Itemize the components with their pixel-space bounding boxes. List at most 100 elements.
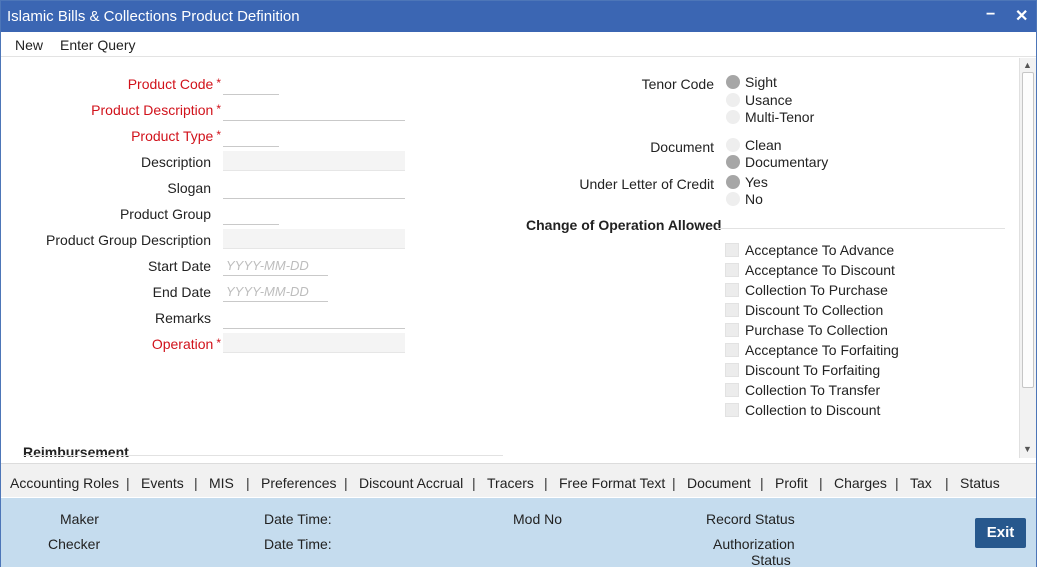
menu-enter-query[interactable]: Enter Query [60, 37, 135, 53]
tab-separator: | [544, 475, 548, 491]
product-group-description-label: Product Group Description [46, 232, 211, 248]
tenor-usance-radio[interactable] [726, 93, 740, 107]
form-content: Product Code * Product Description * Produ… [1, 58, 1019, 460]
maker-label: Maker [60, 511, 99, 527]
reimbursement-title: Reimbursement [23, 444, 129, 460]
tenor-sight-label: Sight [745, 74, 777, 90]
tab-profit[interactable]: Profit [775, 475, 808, 491]
tab-separator: | [760, 475, 764, 491]
tab-separator: | [472, 475, 476, 491]
maker-date-time-label: Date Time: [264, 511, 332, 527]
change-op-label: Acceptance To Forfaiting [745, 342, 899, 358]
exit-button[interactable]: Exit [975, 518, 1026, 548]
tab-events[interactable]: Events [141, 475, 184, 491]
change-op-label: Purchase To Collection [745, 322, 888, 338]
start-date-input[interactable] [223, 256, 328, 276]
product-code-input[interactable] [223, 75, 279, 95]
menu-new[interactable]: New [15, 37, 43, 53]
tab-status[interactable]: Status [960, 475, 1000, 491]
tab-charges[interactable]: Charges [834, 475, 887, 491]
end-date-input[interactable] [223, 282, 328, 302]
remarks-input[interactable] [223, 309, 405, 329]
slogan-input[interactable] [223, 179, 405, 199]
scroll-down-icon[interactable]: ▼ [1023, 444, 1032, 454]
product-description-label: Product Description * [91, 102, 221, 118]
change-op-label: Discount To Collection [745, 302, 884, 318]
tab-accounting-roles[interactable]: Accounting Roles [10, 475, 119, 491]
tab-separator: | [344, 475, 348, 491]
scroll-up-icon[interactable]: ▲ [1023, 60, 1032, 70]
tenor-multi-tenor-radio[interactable] [726, 110, 740, 124]
minimize-icon[interactable]: − [986, 6, 995, 24]
tab-tax[interactable]: Tax [910, 475, 932, 491]
under-letter-of-credit-label: Under Letter of Credit [579, 176, 714, 192]
tab-separator: | [126, 475, 130, 491]
close-icon[interactable]: ✕ [1015, 6, 1028, 26]
remarks-label: Remarks [154, 310, 211, 326]
tenor-code-label: Tenor Code [641, 76, 714, 92]
change-op-checkbox[interactable] [725, 243, 739, 257]
change-op-label: Collection to Discount [745, 402, 881, 418]
checker-date-time-label: Date Time: [264, 536, 332, 552]
end-date-label: End Date [152, 284, 211, 300]
product-definition-window: Islamic Bills & Collections Product Defi… [0, 0, 1037, 568]
change-op-checkbox[interactable] [725, 303, 739, 317]
product-code-label: Product Code * [127, 76, 221, 92]
change-op-checkbox[interactable] [725, 283, 739, 297]
vertical-scrollbar[interactable]: ▲ ▼ [1019, 58, 1036, 458]
product-group-description-input [223, 229, 405, 249]
audit-footer: Maker Checker Date Time: Date Time: Mod … [1, 498, 1036, 568]
record-status-label: Record Status [706, 511, 795, 527]
tab-separator: | [945, 475, 949, 491]
document-documentary-label: Documentary [745, 154, 829, 170]
change-op-label: Collection To Transfer [745, 382, 881, 398]
reimbursement-divider [23, 455, 503, 456]
tab-mis[interactable]: MIS [209, 475, 234, 491]
tab-bar: Accounting Roles Events MIS Preferences Disc… [1, 463, 1036, 497]
change-op-checkbox[interactable] [725, 343, 739, 357]
change-op-checkbox[interactable] [725, 363, 739, 377]
tab-preferences[interactable]: Preferences [261, 475, 336, 491]
change-op-checkbox[interactable] [725, 263, 739, 277]
authorization-status-label-line1: Authorization [713, 536, 795, 552]
tab-discount-accrual[interactable]: Discount Accrual [359, 475, 463, 491]
document-label: Document [650, 139, 714, 155]
product-description-input[interactable] [223, 101, 405, 121]
tenor-sight-radio[interactable] [726, 75, 740, 89]
loc-yes-radio[interactable] [726, 175, 740, 189]
tab-separator: | [672, 475, 676, 491]
operation-input[interactable] [223, 333, 405, 353]
start-date-label: Start Date [147, 258, 211, 274]
description-label: Description [140, 154, 211, 170]
document-documentary-radio[interactable] [726, 155, 740, 169]
tab-tracers[interactable]: Tracers [487, 475, 534, 491]
tenor-multi-tenor-label: Multi-Tenor [745, 109, 815, 125]
tab-separator: | [246, 475, 250, 491]
product-type-input[interactable] [223, 127, 279, 147]
product-group-input[interactable] [223, 205, 279, 225]
tab-separator: | [819, 475, 823, 491]
tab-separator: | [895, 475, 899, 491]
tab-document[interactable]: Document [687, 475, 751, 491]
scrollbar-thumb[interactable] [1022, 72, 1034, 388]
checker-label: Checker [48, 536, 101, 552]
change-op-checkbox[interactable] [725, 403, 739, 417]
change-op-checkbox[interactable] [725, 383, 739, 397]
title-bar: Islamic Bills & Collections Product Defi… [1, 1, 1036, 32]
section-divider [717, 228, 1005, 229]
loc-no-radio[interactable] [726, 192, 740, 206]
tab-free-format-text[interactable]: Free Format Text [559, 475, 665, 491]
change-op-label: Acceptance To Advance [745, 242, 895, 258]
window-title: Islamic Bills & Collections Product Defi… [7, 8, 300, 25]
tab-separator: | [194, 475, 198, 491]
loc-no-label: No [745, 191, 763, 207]
change-of-operation-title: Change of Operation Allowed [526, 217, 722, 233]
tenor-usance-label: Usance [745, 92, 793, 108]
product-type-label: Product Type * [131, 128, 221, 144]
change-op-label: Discount To Forfaiting [745, 362, 881, 378]
change-op-checkbox[interactable] [725, 323, 739, 337]
document-clean-radio[interactable] [726, 138, 740, 152]
product-group-label: Product Group [119, 206, 211, 222]
change-op-label: Acceptance To Discount [745, 262, 895, 278]
slogan-label: Slogan [167, 180, 211, 196]
